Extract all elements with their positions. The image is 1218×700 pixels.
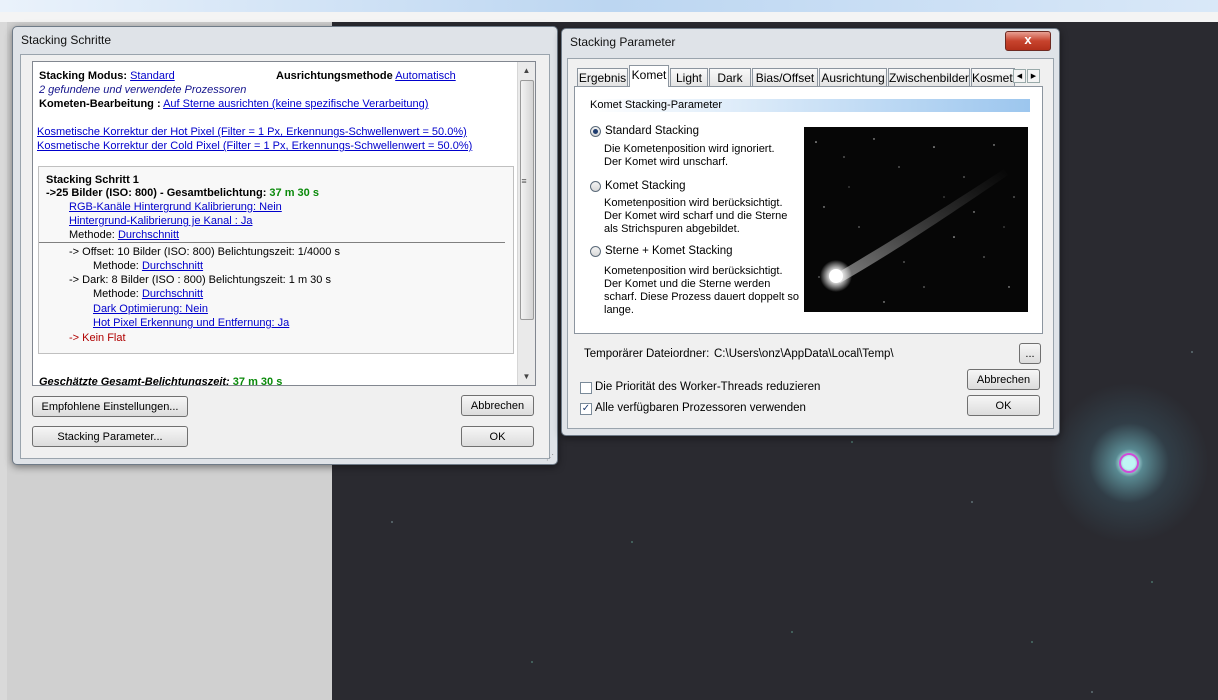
step-title: Stacking Schritt 1 (46, 174, 139, 186)
checkmark-icon: ✓ (581, 403, 591, 414)
cancel-button[interactable]: Abbrechen (461, 395, 534, 416)
dark-methode-label: Methode: (93, 288, 139, 300)
tab-scroll-right-icon[interactable]: ▶ (1027, 69, 1040, 83)
target-star-marker (1119, 453, 1139, 473)
tab-dark[interactable]: Dark (709, 68, 751, 86)
processors-note: 2 gefundene und verwendete Prozessoren (39, 84, 247, 96)
offset-methode-label: Methode: (93, 260, 139, 272)
offset-line: -> Offset: 10 Bilder (ISO: 800) Belichtu… (69, 246, 340, 258)
background-left-pane (0, 22, 7, 700)
stacking-steps-panel[interactable]: Stacking Modus: Standard Ausrichtungsmet… (32, 61, 536, 386)
prio-checkbox-label[interactable]: Die Priorität des Worker-Threads reduzie… (595, 381, 820, 393)
window-title: Stacking Parameter (570, 35, 676, 49)
stacking-modus-link[interactable]: Standard (130, 70, 175, 82)
geschaetzte-value: 37 m 30 s (232, 376, 283, 385)
hot-pixel-correction-link[interactable]: Kosmetische Korrektur der Hot Pixel (Fil… (37, 126, 467, 138)
ok-button[interactable]: OK (967, 395, 1040, 416)
prio-checkbox[interactable] (580, 382, 592, 394)
standard-stacking-label[interactable]: Standard Stacking (605, 125, 699, 137)
comet-preview-image (804, 127, 1028, 312)
stacking-step-box: Stacking Schritt 1 ->25 Bilder (ISO: 800… (38, 166, 514, 354)
close-button[interactable]: x (1005, 31, 1051, 51)
kometen-label: Kometen-Bearbeitung : (39, 98, 161, 110)
all-processors-checkbox-label[interactable]: Alle verfügbaren Prozessoren verwenden (595, 402, 806, 414)
cold-pixel-correction-link[interactable]: Kosmetische Korrektur der Cold Pixel (Fi… (37, 140, 472, 152)
scrollbar-thumb[interactable] (520, 80, 534, 320)
temp-folder-path: C:\Users\onz\AppData\Local\Temp\ (714, 348, 894, 360)
tab-zwischenbilder[interactable]: Zwischenbilder (888, 68, 970, 86)
tab-scroll-left-icon[interactable]: ◀ (1013, 69, 1026, 83)
geschaetzte-label: Geschätzte Gesamt-Belichtungszeit: (39, 376, 230, 385)
tab-ausrichtung[interactable]: Ausrichtung (819, 68, 887, 86)
komet-stacking-radio[interactable] (590, 181, 601, 192)
hot-pixel-detection-link[interactable]: Hot Pixel Erkennung und Entfernung: Ja (93, 317, 289, 329)
empfohlene-einstellungen-button[interactable]: Empfohlene Einstellungen... (32, 396, 188, 417)
tab-kosmetik[interactable]: Kosmeti (971, 68, 1015, 86)
methode-label: Methode: (69, 229, 115, 241)
tab-bias-offset[interactable]: Bias/Offset (752, 68, 818, 86)
all-processors-checkbox[interactable]: ✓ (580, 403, 592, 415)
dark-line: -> Dark: 8 Bilder (ISO : 800) Belichtung… (69, 274, 331, 286)
sterne-komet-stacking-label[interactable]: Sterne + Komet Stacking (605, 245, 733, 257)
resize-grip[interactable]: ⋰ (546, 453, 554, 462)
temp-folder-label: Temporärer Dateiordner: (584, 348, 710, 360)
top-title-strip (0, 0, 1218, 12)
tab-light[interactable]: Light (670, 68, 708, 86)
standard-stacking-desc: Die Kometenposition wird ignoriert. Der … (604, 143, 775, 168)
scroll-up-icon[interactable]: ▲ (518, 62, 535, 79)
dark-methode-link[interactable]: Durchschnitt (142, 288, 203, 300)
cancel-button[interactable]: Abbrechen (967, 369, 1040, 390)
kein-flat: -> Kein Flat (69, 332, 126, 344)
scroll-grip-icon: ≡ (521, 176, 527, 186)
komet-stacking-desc: Kometenposition wird berücksichtigt. Der… (604, 197, 788, 235)
sterne-komet-stacking-radio[interactable] (590, 246, 601, 257)
divider (39, 242, 505, 243)
methode-link[interactable]: Durchschnitt (118, 229, 179, 241)
step-total-time: 37 m 30 s (269, 187, 319, 199)
tab-ergebnis[interactable]: Ergebnis (577, 68, 628, 86)
background-calibration-link[interactable]: Hintergrund-Kalibrierung je Kanal : Ja (69, 215, 252, 227)
close-icon: x (1024, 32, 1032, 47)
stacking-steps-content: Stacking Modus: Standard Ausrichtungsmet… (33, 62, 517, 385)
ausrichtung-label: Ausrichtungsmethode (276, 70, 393, 82)
section-title: Komet Stacking-Parameter (589, 99, 1030, 112)
ausrichtung-link[interactable]: Automatisch (395, 70, 456, 82)
offset-methode-link[interactable]: Durchschnitt (142, 260, 203, 272)
stacking-modus-label: Stacking Modus: (39, 70, 128, 82)
tab-komet[interactable]: Komet (629, 65, 669, 87)
window-title: Stacking Schritte (21, 33, 112, 47)
rgb-calibration-link[interactable]: RGB-Kanäle Hintergrund Kalibrierung: Nei… (69, 201, 282, 213)
komet-stacking-label[interactable]: Komet Stacking (605, 180, 686, 192)
scroll-down-icon[interactable]: ▼ (518, 368, 535, 385)
dark-optimization-link[interactable]: Dark Optimierung: Nein (93, 303, 208, 315)
stacking-parameter-button[interactable]: Stacking Parameter... (32, 426, 188, 447)
standard-stacking-radio[interactable] (590, 126, 601, 137)
vertical-scrollbar[interactable]: ▲ ≡ ▼ (517, 62, 535, 385)
step-summary: ->25 Bilder (ISO: 800) - Gesamtbelichtun… (46, 187, 267, 199)
sterne-komet-stacking-desc: Kometenposition wird berücksichtigt. Der… (604, 265, 800, 316)
komet-tab-page: Komet Stacking-Parameter Standard Stacki… (574, 86, 1043, 334)
browse-button[interactable]: ... (1019, 343, 1041, 364)
ok-button[interactable]: OK (461, 426, 534, 447)
kometen-link[interactable]: Auf Sterne ausrichten (keine spezifische… (163, 98, 428, 110)
